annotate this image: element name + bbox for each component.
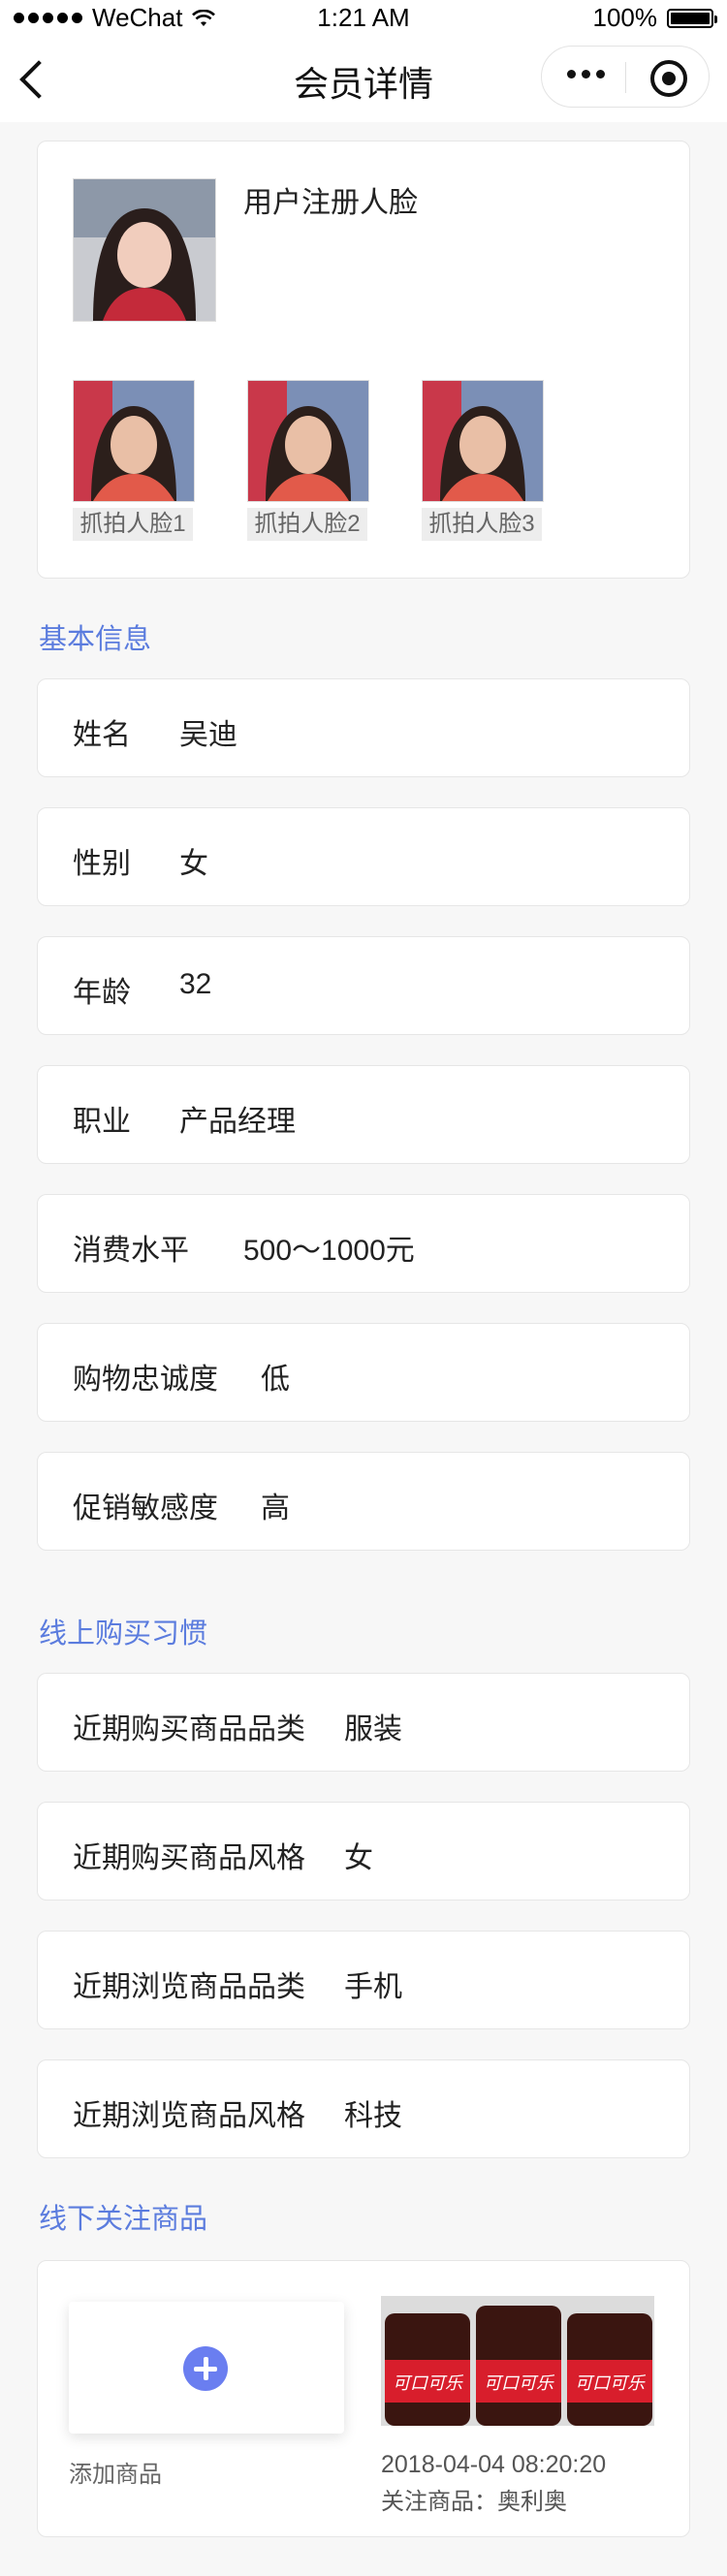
bottle-label-1: 可口可乐 [393, 2373, 464, 2394]
row-value: 吴迪 [179, 719, 237, 751]
row-value: 高 [261, 1492, 290, 1524]
row-value: 32 [179, 968, 212, 1000]
online-row-buy-category: 近期购买商品品类 服装 [37, 1673, 690, 1772]
info-row-age: 年龄 32 [37, 936, 690, 1035]
row-value: 手机 [344, 1971, 402, 2003]
row-value: 女 [179, 848, 208, 880]
online-row-browse-style: 近期浏览商品风格 科技 [37, 2059, 690, 2158]
row-key: 性别 [73, 848, 131, 880]
row-key: 近期浏览商品风格 [73, 2100, 305, 2132]
product-image[interactable]: 可口可乐 可口可乐 可口可乐 [381, 2296, 654, 2426]
offline-goods-title: 线下关注商品 [39, 2204, 208, 2235]
online-row-browse-category: 近期浏览商品品类 手机 [37, 1931, 690, 2029]
bottle-label-2: 可口可乐 [484, 2373, 555, 2394]
info-row-name: 姓名 吴迪 [37, 678, 690, 777]
capsule-divider [625, 62, 626, 93]
plus-icon [183, 2346, 228, 2391]
info-row-spending: 消费水平 500～1000元 [37, 1194, 690, 1293]
battery-icon [667, 8, 717, 28]
nav-bar: 会员详情 [0, 35, 727, 122]
row-value: 服装 [344, 1713, 402, 1745]
bottle-label-3: 可口可乐 [575, 2373, 647, 2394]
registered-face-label: 用户注册人脸 [243, 187, 418, 219]
info-row-occupation: 职业 产品经理 [37, 1065, 690, 1164]
product-follow-name: 关注商品：奥利奥 [381, 2489, 567, 2515]
row-key: 职业 [73, 1106, 131, 1138]
row-key: 近期浏览商品品类 [73, 1971, 305, 2003]
row-value: 科技 [344, 2100, 402, 2132]
info-row-gender: 性别 女 [37, 807, 690, 906]
row-value: 女 [344, 1842, 373, 1874]
close-target-icon[interactable] [650, 60, 687, 97]
row-key: 购物忠诚度 [73, 1364, 218, 1396]
status-bar: WeChat 1:21 AM 100% [0, 0, 727, 35]
product-follow-time: 2018-04-04 08:20:20 [381, 2451, 607, 2478]
capture-face-1-label: 抓拍人脸1 [73, 508, 193, 541]
capture-face-1[interactable] [73, 380, 195, 502]
online-habits-title: 线上购买习惯 [39, 1618, 208, 1649]
row-key: 促销敏感度 [73, 1492, 218, 1524]
row-key: 消费水平 [73, 1235, 189, 1267]
more-dots-icon[interactable] [567, 70, 605, 79]
offline-goods-card: 添加商品 可口可乐 可口可乐 可口可乐 2018-04-04 08:20:20 … [37, 2260, 690, 2537]
row-key: 近期购买商品品类 [73, 1713, 305, 1745]
battery-percent: 100% [592, 3, 658, 32]
capture-face-3-label: 抓拍人脸3 [422, 508, 542, 541]
row-key: 近期购买商品风格 [73, 1842, 305, 1874]
online-row-buy-style: 近期购买商品风格 女 [37, 1802, 690, 1901]
mini-program-capsule [541, 46, 710, 108]
info-row-promo-sensitivity: 促销敏感度 高 [37, 1452, 690, 1551]
capture-face-2-label: 抓拍人脸2 [247, 508, 367, 541]
row-value: 低 [261, 1364, 290, 1396]
info-row-loyalty: 购物忠诚度 低 [37, 1323, 690, 1422]
capture-face-2[interactable] [247, 380, 369, 502]
face-card: 用户注册人脸 抓拍人脸1 抓拍人脸2 抓拍人脸3 [37, 141, 690, 579]
row-key: 年龄 [73, 977, 131, 1009]
add-product-button[interactable] [69, 2302, 344, 2434]
row-value: 500～1000元 [243, 1235, 415, 1267]
row-key: 姓名 [73, 719, 131, 751]
capture-face-3[interactable] [422, 380, 544, 502]
registered-face-photo[interactable] [73, 178, 216, 322]
row-value: 产品经理 [179, 1106, 296, 1138]
add-product-label: 添加商品 [69, 2462, 162, 2488]
basic-info-title: 基本信息 [39, 624, 152, 655]
